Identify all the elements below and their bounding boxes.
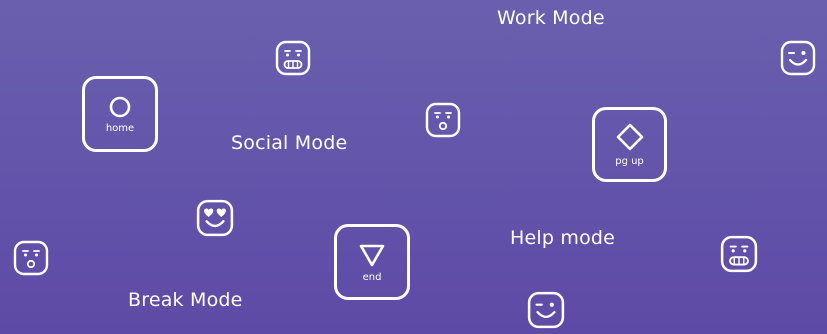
heart-eyes-face-icon xyxy=(196,199,234,237)
break-mode-label[interactable]: Break Mode xyxy=(128,289,243,311)
end-key-label: end xyxy=(362,271,382,283)
help-mode-label[interactable]: Help mode xyxy=(510,227,615,249)
wink-face-icon xyxy=(527,291,565,329)
circle-icon xyxy=(109,96,131,117)
diamond-icon xyxy=(616,123,643,151)
end-key[interactable]: end xyxy=(334,224,410,300)
social-mode-label[interactable]: Social Mode xyxy=(231,132,347,154)
surprised-face-icon xyxy=(13,240,49,276)
home-key-label: home xyxy=(105,122,135,134)
home-key[interactable]: home xyxy=(82,76,158,152)
triangle-down-icon xyxy=(359,244,385,266)
wink-face-icon xyxy=(780,40,816,76)
pg-up-key[interactable]: pg up xyxy=(592,107,667,182)
work-mode-label[interactable]: Work Mode xyxy=(497,7,605,29)
grimace-face-icon xyxy=(720,235,758,273)
surprised-face-icon xyxy=(425,102,461,138)
mode-selector-scene: Work Mode Social Mode Help mode Break Mo… xyxy=(0,0,827,334)
grimace-face-icon xyxy=(275,40,311,76)
pg-up-key-label: pg up xyxy=(615,156,644,167)
